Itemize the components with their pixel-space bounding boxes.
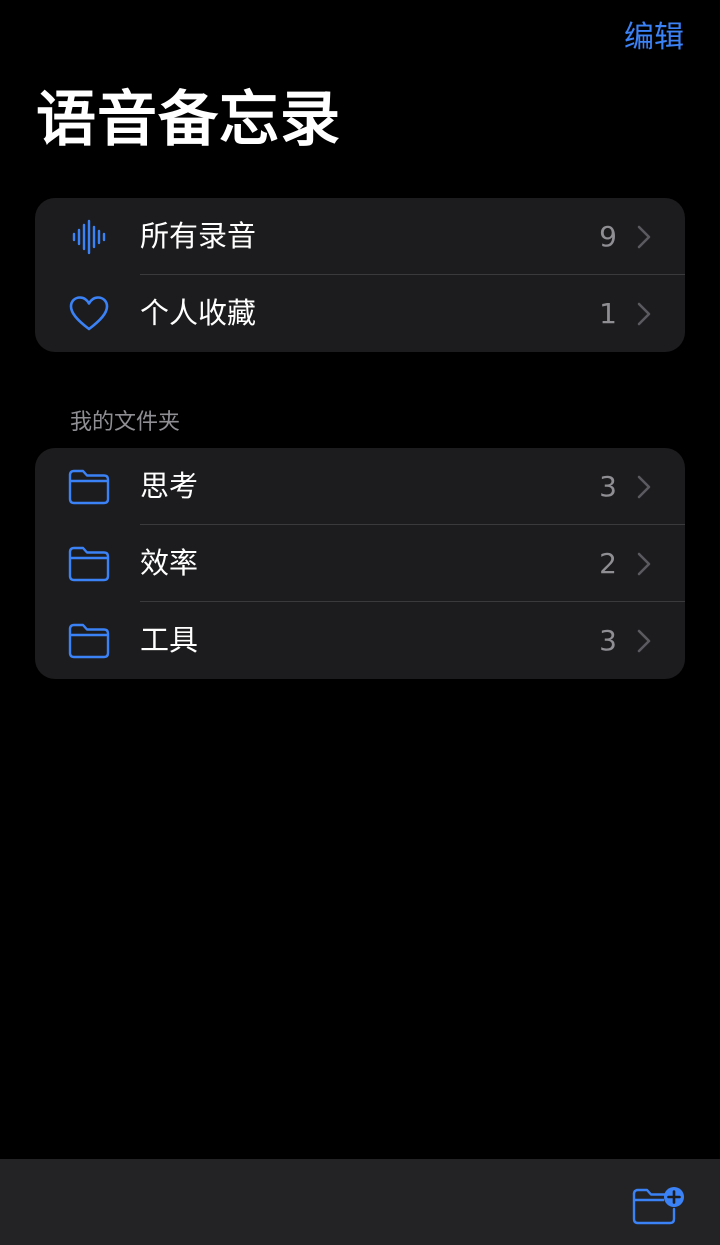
item-count: 2	[599, 547, 617, 580]
library-list: 所有录音 9 个人收藏 1	[35, 198, 685, 352]
item-count: 9	[599, 220, 617, 253]
list-item-label: 思考	[140, 469, 199, 503]
list-item-label: 效率	[140, 546, 199, 580]
folders-section-header: 我的文件夹	[70, 410, 181, 435]
bottom-toolbar	[0, 1159, 720, 1245]
edit-button[interactable]: 编辑	[624, 18, 684, 58]
folder-icon	[67, 544, 111, 584]
item-count: 3	[599, 624, 617, 657]
chevron-right-icon	[637, 302, 651, 326]
chevron-right-icon	[637, 552, 651, 576]
list-item-folder[interactable]: 工具 3	[35, 602, 685, 679]
heart-icon	[67, 294, 111, 334]
list-item-favorites[interactable]: 个人收藏 1	[35, 275, 685, 352]
new-folder-icon	[632, 1187, 686, 1231]
chevron-right-icon	[637, 629, 651, 653]
list-item-all-recordings[interactable]: 所有录音 9	[35, 198, 685, 275]
chevron-right-icon	[637, 475, 651, 499]
folder-icon	[67, 621, 111, 661]
folders-list: 思考 3 效率 2 工具 3	[35, 448, 685, 679]
list-item-folder[interactable]: 效率 2	[35, 525, 685, 602]
page-title: 语音备忘录	[36, 85, 341, 155]
list-item-folder[interactable]: 思考 3	[35, 448, 685, 525]
list-item-label: 所有录音	[140, 219, 257, 253]
item-count: 1	[599, 297, 617, 330]
list-item-label: 个人收藏	[140, 296, 257, 330]
folder-icon	[67, 467, 111, 507]
waveform-icon	[67, 217, 111, 257]
list-item-label: 工具	[140, 623, 199, 657]
new-folder-button[interactable]	[632, 1185, 686, 1227]
item-count: 3	[599, 470, 617, 503]
chevron-right-icon	[637, 225, 651, 249]
